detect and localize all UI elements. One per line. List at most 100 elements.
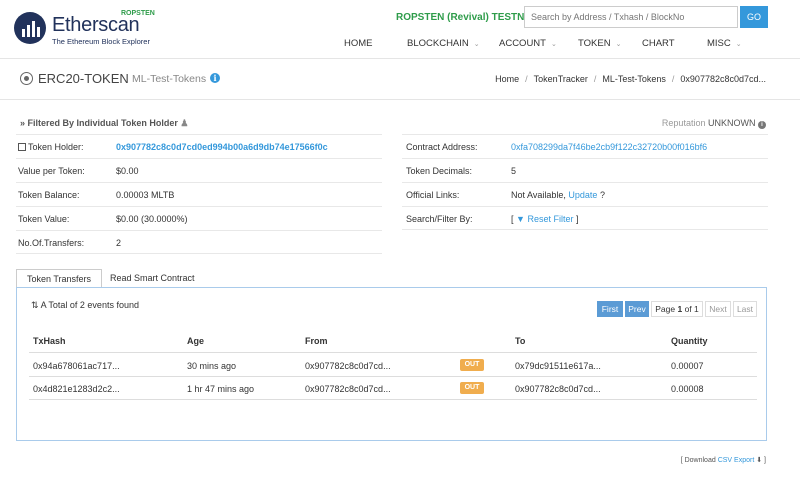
update-link[interactable]: Update (568, 190, 597, 200)
chevron-down-icon: ⌄ (550, 41, 557, 48)
value-per-token-label: Value per Token: (18, 166, 85, 176)
chevron-down-icon: ⌄ (473, 41, 480, 48)
contract-address-row: Contract Address: 0xfa708299da7f46be2cb9… (402, 134, 768, 158)
nav-blockchain[interactable]: BLOCKCHAIN ⌄ (407, 38, 480, 49)
row-2-out-badge: OUT (460, 382, 484, 394)
token-icon (20, 72, 33, 85)
official-links-value: Not Available, Update ? (511, 190, 605, 200)
nav-account[interactable]: ACCOUNT ⌄ (499, 38, 557, 49)
breadcrumb-home[interactable]: Home (495, 74, 519, 84)
breadcrumb-address: 0x907782c8c0d7cd... (680, 74, 766, 84)
tab-read-smart-contract[interactable]: Read Smart Contract (100, 269, 205, 288)
breadcrumb: Home / TokenTracker / ML-Test-Tokens / 0x90778… (495, 74, 766, 84)
search-filter-value: [ ▼ Reset Filter ] (511, 214, 579, 224)
token-balance-row: Token Balance: 0.00003 MLTB (16, 182, 382, 206)
double-chevron-icon: » (20, 118, 26, 128)
filter-heading: » Filtered By Individual Token Holder ♟ (20, 118, 189, 128)
value-per-token-value: $0.00 (116, 166, 139, 176)
breadcrumb-separator: / (593, 74, 597, 84)
token-decimals-label: Token Decimals: (406, 166, 473, 176)
page-title: ERC20-TOKEN (38, 71, 129, 86)
pager-first-button[interactable]: First (597, 301, 623, 317)
info-icon[interactable]: i (210, 73, 220, 83)
search-go-button[interactable]: GO (740, 6, 768, 28)
pager-prev-button[interactable]: Prev (625, 301, 649, 317)
csv-export: [ Download CSV Export ⬇ ] (680, 457, 766, 464)
search-filter-label: Search/Filter By: (406, 214, 473, 224)
transfers-count-row: No.Of.Transfers: 2 (16, 230, 382, 254)
column-header-from: From (305, 336, 328, 346)
token-balance-value: 0.00003 MLTB (116, 190, 175, 200)
token-value-label: Token Value: (18, 214, 70, 224)
nav-home[interactable]: HOME (344, 38, 373, 49)
row-2-to: 0x907782c8c0d7cd... (515, 384, 601, 394)
table-divider (29, 376, 757, 377)
column-header-age: Age (187, 336, 205, 346)
row-2-txhash-link[interactable]: 0x4d821e1283d2c2... (33, 384, 120, 394)
pager-last-button[interactable]: Last (733, 301, 757, 317)
breadcrumb-token[interactable]: ML-Test-Tokens (602, 74, 666, 84)
row-1-out-badge: OUT (460, 359, 484, 371)
chevron-down-icon: ⌄ (735, 41, 742, 48)
site-header: ROPSTEN Etherscan The Ethereum Block Exp… (0, 0, 800, 58)
transfers-count-label: No.Of.Transfers: (18, 238, 85, 248)
token-decimals-row: Token Decimals: 5 (402, 158, 768, 182)
row-2-from: 0x907782c8c0d7cd... (305, 384, 391, 394)
column-header-txhash: TxHash (33, 336, 66, 346)
official-links-label: Official Links: (406, 190, 460, 200)
breadcrumb-separator: / (671, 74, 675, 84)
pager-status: Page 1 of 1 (651, 301, 703, 317)
events-summary: ⇅ A Total of 2 events found (31, 300, 139, 310)
info-icon[interactable]: i (758, 121, 766, 129)
row-2-age: 1 hr 47 mins ago (187, 384, 255, 394)
token-value-row: Token Value: $0.00 (30.0000%) (16, 206, 382, 230)
contract-address-link[interactable]: 0xfa708299da7f46be2cb9f122c32720b00f016b… (511, 142, 707, 152)
filter-icon: ▼ (516, 214, 525, 224)
download-icon: ⬇ (756, 457, 763, 464)
token-holder-row: Token Holder: 0x907782c8c0d7cd0ed994b00a… (16, 134, 382, 158)
user-icon: ♟ (180, 118, 189, 128)
breadcrumb-tokentracker[interactable]: TokenTracker (534, 74, 588, 84)
column-header-to: To (515, 336, 526, 346)
row-1-txhash-link[interactable]: 0x94a678061ac717... (33, 361, 120, 371)
reset-filter-link[interactable]: ▼ Reset Filter (516, 214, 573, 224)
token-balance-label: Token Balance: (18, 190, 80, 200)
tab-token-transfers[interactable]: Token Transfers (16, 269, 103, 288)
breadcrumb-separator: / (525, 74, 528, 84)
row-2-quantity: 0.00008 (671, 384, 704, 394)
search-input[interactable] (524, 6, 738, 28)
search-filter-row: Search/Filter By: [ ▼ Reset Filter ] (402, 206, 768, 230)
row-1-to-link[interactable]: 0x79dc91511e617a... (515, 361, 601, 371)
title-bar: ERC20-TOKEN ML-Test-Tokens i Home / TokenT… (0, 58, 800, 100)
token-holder-address[interactable]: 0x907782c8c0d7cd0ed994b00a6d9db74e17566f… (116, 142, 328, 152)
row-1-age: 30 mins ago (187, 361, 237, 371)
table-divider (29, 399, 757, 400)
table-divider (29, 352, 757, 353)
transfers-panel: ⇅ A Total of 2 events found First Prev P… (16, 287, 767, 441)
value-per-token-row: Value per Token: $0.00 (16, 158, 382, 182)
token-holder-label: Token Holder: (18, 142, 84, 152)
nav-token[interactable]: TOKEN ⌄ (578, 38, 621, 49)
official-links-row: Official Links: Not Available, Update ? (402, 182, 768, 206)
logo-icon (14, 12, 46, 44)
contract-address-label: Contract Address: (406, 142, 478, 152)
reputation: Reputation UNKNOWN i (662, 118, 766, 129)
nav-chart[interactable]: CHART (642, 38, 675, 49)
csv-export-link[interactable]: CSV Export (718, 457, 755, 464)
nav-misc[interactable]: MISC ⌄ (707, 38, 742, 49)
logo-name: Etherscan (52, 14, 140, 36)
pager-next-button[interactable]: Next (705, 301, 731, 317)
transfers-count-value: 2 (116, 238, 122, 248)
sort-icon: ⇅ (31, 300, 39, 310)
row-1-from: 0x907782c8c0d7cd... (305, 361, 391, 371)
reputation-value: UNKNOWN (707, 118, 756, 128)
row-1-quantity: 0.00007 (671, 361, 704, 371)
token-value-value: $0.00 (30.0000%) (116, 214, 188, 224)
wallet-icon (18, 143, 26, 151)
logo-tagline: The Ethereum Block Explorer (52, 37, 150, 46)
token-name: ML-Test-Tokens (132, 73, 207, 85)
etherscan-logo[interactable]: ROPSTEN Etherscan The Ethereum Block Exp… (14, 10, 194, 46)
column-header-quantity: Quantity (671, 336, 708, 346)
chevron-down-icon: ⌄ (615, 41, 622, 48)
testnet-label: ROPSTEN (Revival) TESTNET (396, 12, 538, 23)
